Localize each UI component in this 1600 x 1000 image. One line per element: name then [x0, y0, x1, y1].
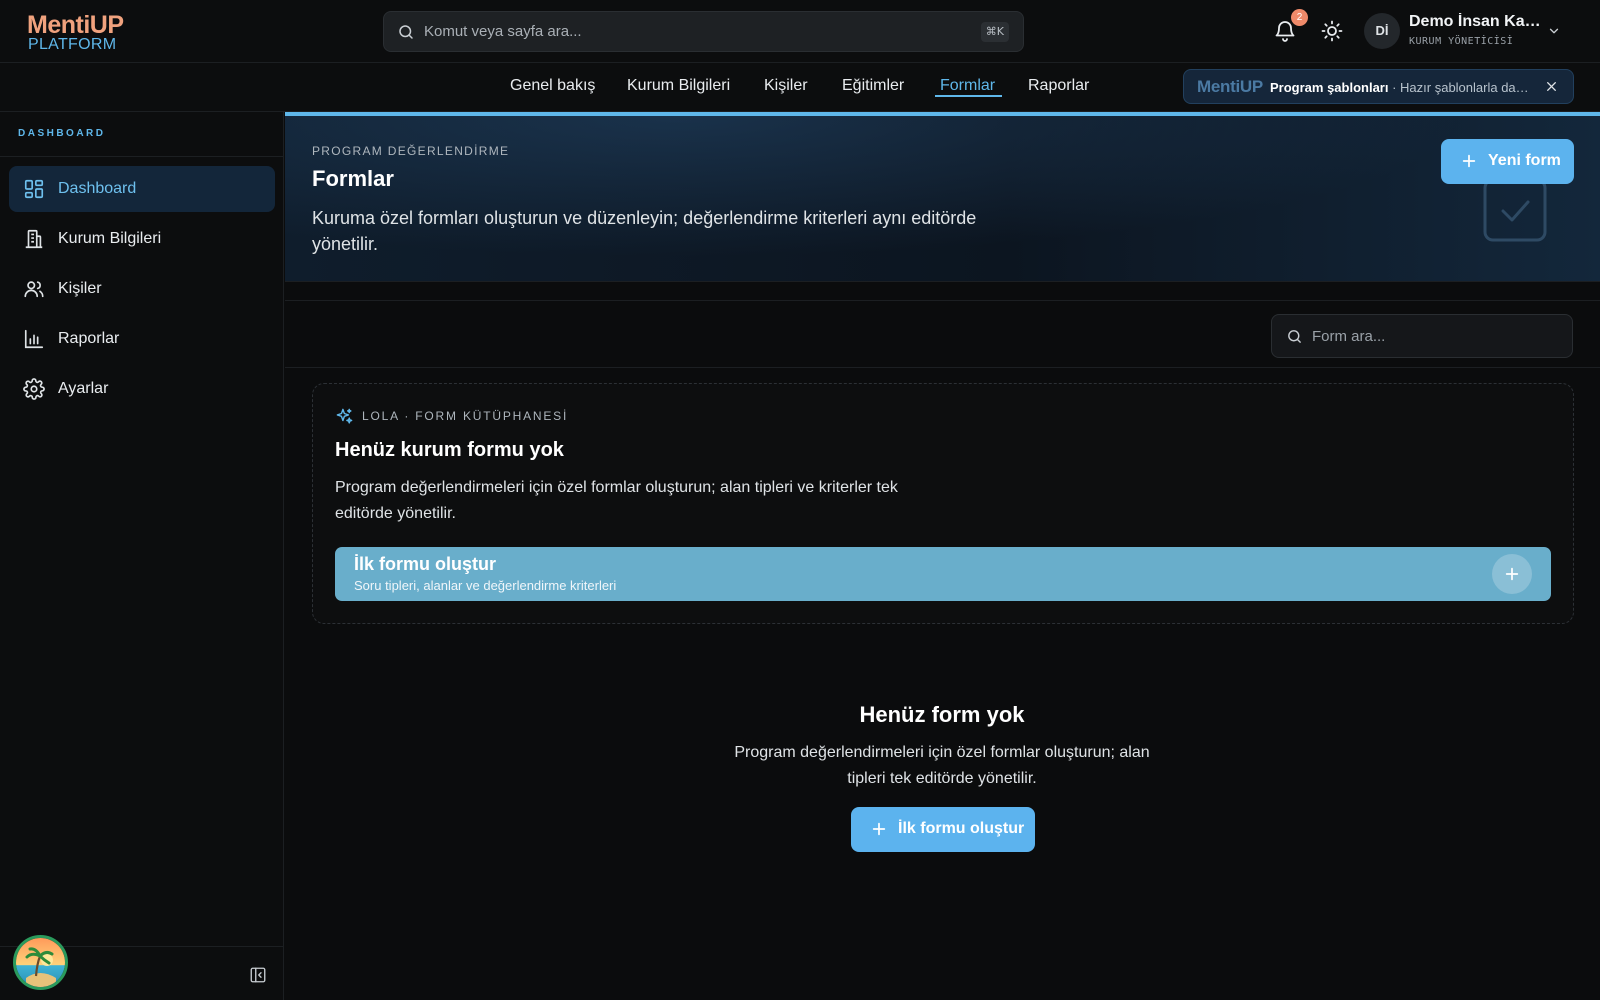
command-search-box[interactable]: ⌘K	[383, 11, 1024, 52]
assistant-avatar[interactable]	[13, 935, 68, 990]
users-icon	[23, 278, 45, 300]
page-eyebrow: PROGRAM DEĞERLENDİRME	[312, 144, 510, 158]
promo-logo: MentiUP	[1197, 77, 1263, 96]
sidebar: DASHBOARD Dashboard Kurum Bilgileri Kişi…	[0, 112, 284, 1000]
page-title: Formlar	[312, 166, 394, 191]
sparkles-icon	[335, 407, 354, 426]
checkbox-illustration-icon	[1479, 174, 1551, 246]
tab-egitimler[interactable]: Eğitimler	[842, 77, 904, 95]
tab-raporlar[interactable]: Raporlar	[1028, 77, 1089, 95]
sidebar-item-label: Kişiler	[58, 280, 102, 297]
page-header: PROGRAM DEĞERLENDİRME Formlar Kuruma öze…	[285, 112, 1600, 282]
form-search-box[interactable]	[1271, 314, 1573, 358]
plus-icon	[871, 821, 887, 837]
sidebar-collapse-icon[interactable]	[249, 966, 267, 984]
chevron-down-icon[interactable]	[1547, 24, 1561, 38]
new-form-button-label: Yeni form	[1488, 152, 1561, 169]
sidebar-item-label: Dashboard	[58, 180, 137, 197]
library-title: Henüz kurum formu yok	[335, 439, 564, 461]
forms-toolbar	[285, 300, 1600, 368]
notification-count-badge: 2	[1291, 9, 1308, 26]
sidebar-item-raporlar[interactable]: Raporlar	[9, 316, 275, 362]
library-eyebrow: LOLA · FORM KÜTÜPHANESİ	[362, 409, 569, 423]
add-form-button[interactable]	[1492, 554, 1532, 594]
page-description: Kuruma özel formları oluşturun ve düzenl…	[312, 208, 977, 254]
active-tab-indicator	[935, 95, 1002, 97]
user-name[interactable]: Demo İnsan Kaynakları	[1409, 13, 1549, 31]
tab-kurum-bilgileri[interactable]: Kurum Bilgileri	[627, 77, 730, 95]
create-card-title: İlk formu oluştur	[354, 554, 497, 574]
sidebar-item-label: Raporlar	[58, 330, 120, 347]
command-search-input[interactable]	[424, 12, 944, 51]
brand-logo-primary: MentiUP	[27, 11, 124, 39]
form-library-card: LOLA · FORM KÜTÜPHANESİ Henüz kurum form…	[312, 383, 1574, 624]
promo-text: Program şablonları · Hazır şablonlarla d…	[1270, 80, 1535, 95]
dashboard-icon	[23, 178, 45, 200]
brand-logo[interactable]: MentiUP PLATFORM	[27, 11, 137, 53]
create-first-form-button[interactable]: İlk formu oluştur	[851, 807, 1035, 852]
sidebar-item-kurum-bilgileri[interactable]: Kurum Bilgileri	[9, 216, 275, 262]
sidebar-item-kisiler[interactable]: Kişiler	[9, 266, 275, 312]
close-icon[interactable]	[1545, 80, 1558, 93]
create-card-subtitle: Soru tipleri, alanlar ve değerlendirme k…	[354, 578, 617, 593]
new-form-button[interactable]: Yeni form	[1441, 139, 1574, 184]
theme-toggle-button[interactable]	[1320, 19, 1344, 43]
empty-state-description: Program değerlendirmeleri için özel form…	[734, 744, 1150, 787]
create-first-form-card[interactable]: İlk formu oluştur Soru tipleri, alanlar …	[335, 547, 1551, 601]
form-search-input[interactable]	[1312, 315, 1562, 357]
tab-formlar[interactable]: Formlar	[940, 77, 995, 95]
bar-chart-icon	[23, 328, 45, 350]
create-first-form-label: İlk formu oluştur	[898, 820, 1025, 837]
sidebar-section-title: DASHBOARD	[18, 128, 106, 139]
search-icon	[1286, 328, 1303, 345]
sidebar-item-label: Kurum Bilgileri	[58, 230, 162, 247]
gear-icon	[23, 378, 45, 400]
tab-genel-bakis[interactable]: Genel bakış	[510, 77, 595, 95]
sidebar-item-dashboard[interactable]: Dashboard	[9, 166, 275, 212]
user-role: KURUM YÖNETİCİSİ	[1409, 36, 1514, 47]
tab-kisiler[interactable]: Kişiler	[764, 77, 808, 95]
library-description: Program değerlendirmeleri için özel form…	[335, 479, 898, 522]
plus-icon	[1461, 153, 1477, 169]
promo-highlight: Program şablonları	[1270, 80, 1389, 95]
section-tabs: Genel bakış Kurum Bilgileri Kişiler Eğit…	[0, 63, 1600, 112]
shortcut-hint: ⌘K	[980, 22, 1009, 42]
empty-state-title: Henüz form yok	[859, 702, 1025, 727]
building-icon	[23, 228, 45, 250]
top-bar: MentiUP PLATFORM ⌘K 2 Dİ Demo İnsan Kayn…	[0, 0, 1600, 63]
sidebar-item-label: Ayarlar	[58, 380, 109, 397]
promo-banner[interactable]: MentiUP Program şablonları · Hazır şablo…	[1183, 69, 1574, 104]
user-avatar[interactable]: Dİ	[1364, 13, 1400, 49]
brand-logo-secondary: PLATFORM	[28, 36, 117, 53]
promo-body: · Hazır şablonlarla dakikalar içinde pro…	[1392, 80, 1535, 95]
sidebar-divider	[0, 156, 283, 157]
search-icon	[397, 23, 415, 41]
sidebar-item-ayarlar[interactable]: Ayarlar	[9, 366, 275, 412]
sun-icon	[1320, 19, 1344, 43]
